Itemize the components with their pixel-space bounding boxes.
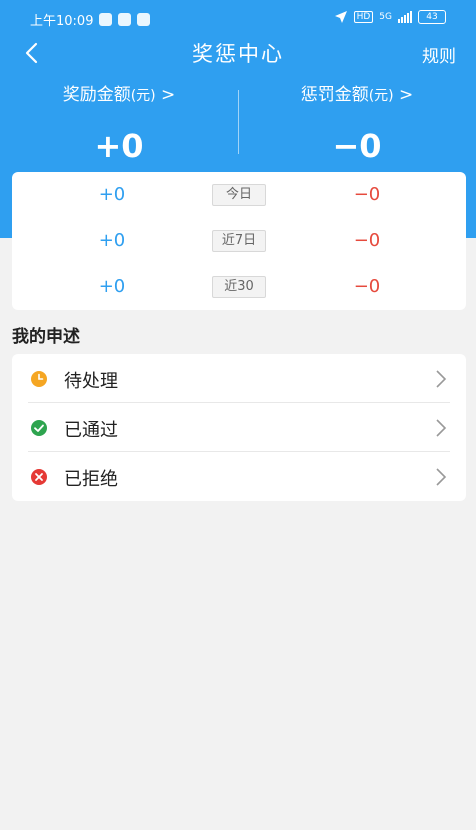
appeal-pending-item[interactable]: 待处理 — [12, 354, 466, 403]
period-tag: 今日 — [212, 184, 266, 206]
chevron-right-icon — [436, 419, 447, 437]
stat-row-7days: +0 近7日 −0 — [12, 218, 466, 264]
stat-penalty: −0 — [353, 230, 381, 251]
nav-bar: 奖惩中心 规则 — [0, 36, 476, 70]
penalty-amount-link[interactable]: 惩罚金额(元) > — [238, 80, 476, 105]
appeal-pending-label: 待处理 — [64, 371, 118, 392]
status-right: HD 5G 43 — [334, 10, 446, 24]
period-stats-card: +0 今日 −0 +0 近7日 −0 +0 近30 −0 — [12, 172, 466, 310]
summary-panel: 奖励金额(元) > +0 惩罚金额(元) > −0 — [0, 80, 476, 170]
page-title: 奖惩中心 — [192, 42, 284, 66]
reward-summary: 奖励金额(元) > +0 — [0, 80, 238, 165]
penalty-unit: (元) — [368, 88, 394, 104]
period-tag: 近30 — [212, 276, 266, 298]
x-circle-icon — [31, 469, 47, 485]
status-bar: 上午10:09 HD 5G 43 — [0, 0, 476, 36]
app-notification-icon — [137, 13, 151, 26]
stat-penalty: −0 — [353, 276, 381, 297]
stat-penalty: −0 — [353, 184, 381, 205]
appeals-section-title: 我的申述 — [12, 327, 80, 347]
reward-amount-link[interactable]: 奖励金额(元) > — [0, 80, 238, 105]
period-tag: 近7日 — [212, 230, 266, 252]
appeal-rejected-item[interactable]: 已拒绝 — [12, 452, 466, 501]
stat-row-today: +0 今日 −0 — [12, 172, 466, 218]
status-left: 上午10:09 — [30, 10, 151, 29]
battery-icon: 43 — [418, 10, 446, 24]
check-circle-icon — [31, 420, 47, 436]
chevron-right-icon: > — [399, 85, 414, 105]
appeals-list: 待处理 已通过 已拒绝 — [12, 354, 466, 501]
stat-reward: +0 — [98, 230, 126, 251]
stat-reward: +0 — [98, 184, 126, 205]
appeal-approved-label: 已通过 — [64, 420, 118, 441]
appeal-rejected-label: 已拒绝 — [64, 469, 118, 490]
hd-icon: HD — [353, 11, 374, 23]
signal-icon — [398, 11, 412, 23]
network-type: 5G — [379, 12, 392, 22]
penalty-summary: 惩罚金额(元) > −0 — [238, 80, 476, 165]
stat-row-30days: +0 近30 −0 — [12, 264, 466, 310]
app-notification-icon — [118, 13, 132, 26]
reward-unit: (元) — [130, 88, 156, 104]
reward-total: +0 — [94, 127, 144, 165]
app-notification-icon — [99, 13, 113, 26]
reward-label: 奖励金额 — [62, 85, 131, 105]
chevron-right-icon — [436, 370, 447, 388]
penalty-total: −0 — [332, 127, 382, 165]
rules-link[interactable]: 规则 — [422, 42, 456, 67]
penalty-label: 惩罚金额 — [300, 85, 369, 105]
location-arrow-icon — [334, 11, 347, 23]
chevron-right-icon — [436, 468, 447, 486]
appeal-approved-item[interactable]: 已通过 — [12, 403, 466, 452]
status-time: 上午10:09 — [30, 14, 94, 29]
stat-reward: +0 — [98, 276, 126, 297]
chevron-right-icon: > — [161, 85, 176, 105]
clock-icon — [31, 371, 47, 387]
